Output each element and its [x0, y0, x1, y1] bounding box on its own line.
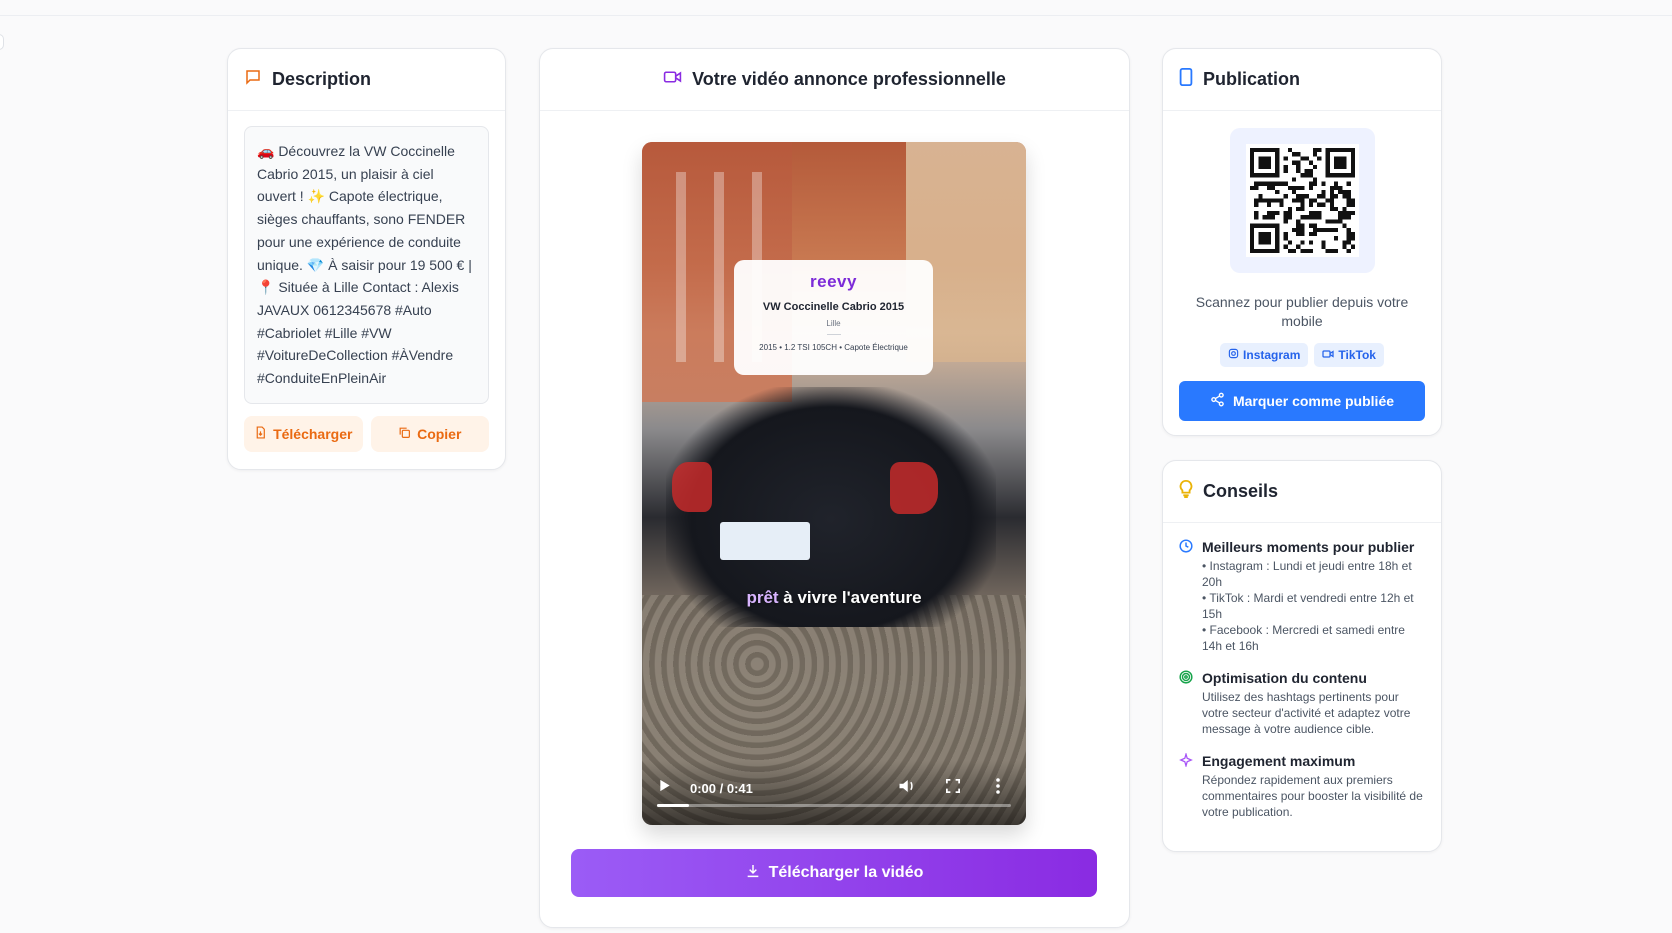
description-text[interactable]: 🚗 Découvrez la VW Coccinelle Cabrio 2015…: [244, 126, 489, 404]
tip-title: Meilleurs moments pour publier: [1202, 539, 1415, 555]
video-header: Votre vidéo annonce professionnelle: [540, 49, 1129, 111]
tip-content-optimization: Optimisation du contenu Utilisez des has…: [1179, 670, 1425, 737]
tip-line: Utilisez des hashtags pertinents pour vo…: [1202, 690, 1411, 736]
download-video-label: Télécharger la vidéo: [768, 864, 924, 881]
publication-title: Publication: [1203, 69, 1301, 89]
tips-card: Conseils Meilleurs moments pour publier …: [1162, 460, 1442, 852]
tip-best-times: Meilleurs moments pour publier • Instagr…: [1179, 539, 1425, 654]
smartphone-icon: [1179, 68, 1193, 91]
more-options-icon[interactable]: [996, 778, 1000, 797]
video-frame-plate: [720, 522, 810, 560]
video-frame-taillight-right: [890, 462, 938, 514]
video-player[interactable]: reevy VW Coccinelle Cabrio 2015 Lille 20…: [642, 142, 1026, 825]
video-camera-icon: [663, 69, 682, 90]
brand-logo: reevy: [810, 272, 857, 291]
tip-engagement: Engagement maximum Répondez rapidement a…: [1179, 751, 1425, 820]
overlay-specs: 2015 • 1.2 TSI 105CH • Capote Électrique: [759, 343, 908, 352]
qr-code-frame: [1229, 128, 1375, 273]
caption-highlight: prêt: [746, 588, 779, 607]
volume-icon[interactable]: [898, 778, 916, 797]
copy-description-button[interactable]: Copier: [370, 416, 489, 452]
download-description-button[interactable]: Télécharger: [244, 416, 363, 452]
mark-published-button[interactable]: Marquer comme publiée: [1179, 381, 1425, 421]
sparkles-icon: [1179, 751, 1193, 820]
tips-title: Conseils: [1203, 481, 1279, 501]
download-description-label: Télécharger: [273, 426, 353, 442]
top-divider: [0, 15, 1672, 16]
tip-title: Engagement maximum: [1202, 753, 1356, 769]
tip-line: • Facebook : Mercredi et samedi entre 14…: [1202, 623, 1405, 653]
instagram-label: Instagram: [1243, 348, 1301, 362]
tiktok-label: TikTok: [1338, 348, 1376, 362]
video-card: Votre vidéo annonce professionnelle reev…: [539, 48, 1130, 928]
tiktok-chip: TikTok: [1314, 343, 1384, 367]
caption-text: à vivre l'aventure: [778, 588, 922, 607]
target-icon: [1179, 670, 1193, 737]
fullscreen-icon[interactable]: [946, 779, 960, 796]
download-icon: [745, 863, 761, 884]
download-video-button[interactable]: Télécharger la vidéo: [571, 849, 1097, 897]
sidebar-toggle[interactable]: [0, 34, 4, 50]
overlay-city: Lille: [826, 319, 841, 328]
tip-line: • Instagram : Lundi et jeudi entre 18h e…: [1202, 559, 1412, 589]
qr-code[interactable]: [1245, 144, 1359, 257]
video-caption: prêt à vivre l'aventure: [642, 588, 1026, 608]
video-controls: 0:00 / 0:41: [642, 761, 1026, 825]
video-title: Votre vidéo annonce professionnelle: [692, 69, 1006, 89]
video-overlay-card: reevy VW Coccinelle Cabrio 2015 Lille 20…: [734, 260, 933, 375]
copy-icon: [398, 426, 411, 442]
clock-icon: [1179, 539, 1193, 654]
overlay-title: VW Coccinelle Cabrio 2015: [762, 301, 905, 313]
tip-line: • TikTok : Mardi et vendredi entre 12h e…: [1202, 591, 1414, 621]
share-icon: [1210, 392, 1225, 410]
video-frame-taillight-left: [672, 462, 712, 512]
mark-published-label: Marquer comme publiée: [1232, 393, 1395, 409]
overlay-divider: [826, 334, 841, 335]
lightbulb-icon: [1179, 479, 1193, 503]
tips-header: Conseils: [1163, 461, 1441, 523]
video-time: 0:00 / 0:41: [690, 781, 753, 796]
video-progress-fill: [657, 804, 689, 807]
scan-instructions: Scannez pour publier depuis votre mobile: [1195, 294, 1409, 329]
description-title: Description: [272, 69, 372, 89]
publication-card: Publication Scannez pour publier depuis …: [1162, 48, 1442, 436]
publication-header: Publication: [1163, 49, 1441, 111]
instagram-chip: Instagram: [1220, 343, 1309, 367]
description-card: Description 🚗 Découvrez la VW Coccinelle…: [227, 48, 506, 470]
file-download-icon: [254, 426, 267, 442]
instagram-icon: [1228, 348, 1239, 362]
video-progress-bar[interactable]: [657, 804, 1011, 807]
tip-title: Optimisation du contenu: [1202, 670, 1367, 686]
description-header: Description: [228, 49, 505, 111]
play-icon[interactable]: [659, 779, 671, 795]
tip-line: Répondez rapidement aux premiers comment…: [1202, 773, 1423, 819]
message-icon: [244, 68, 262, 91]
video-icon: [1322, 348, 1335, 362]
copy-description-label: Copier: [417, 426, 462, 442]
